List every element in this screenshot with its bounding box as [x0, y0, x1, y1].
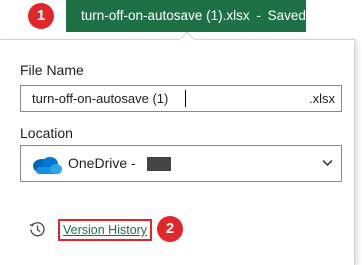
title-bar: 1 turn-off-on-autosave (1).xlsx - Saved … [0, 0, 362, 32]
location-label: Location [20, 125, 73, 141]
document-filename: turn-off-on-autosave (1).xlsx [81, 8, 250, 23]
history-clock-icon [29, 222, 45, 237]
onedrive-cloud-icon [33, 157, 62, 174]
location-value: OneDrive - [68, 155, 136, 171]
document-title-button[interactable]: turn-off-on-autosave (1).xlsx - Saved ▼ [66, 0, 327, 32]
text-cursor [185, 90, 186, 107]
redacted-account-name [147, 157, 171, 171]
caret-down-icon: ▼ [317, 11, 327, 21]
panel-pointer [180, 32, 194, 40]
chevron-down-icon [322, 159, 333, 167]
file-name-input[interactable]: turn-off-on-autosave (1) .xlsx [20, 85, 342, 112]
step-callout-1: 1 [28, 3, 54, 29]
file-name-value: turn-off-on-autosave (1) [32, 91, 169, 106]
version-history-link[interactable]: Version History [58, 219, 153, 241]
save-status: Saved [267, 8, 306, 23]
file-name-label: File Name [20, 62, 84, 78]
title-separator: - [256, 8, 261, 23]
file-extension: .xlsx [309, 91, 335, 106]
location-dropdown[interactable]: OneDrive - [20, 145, 342, 182]
step-callout-2: 2 [157, 216, 183, 242]
